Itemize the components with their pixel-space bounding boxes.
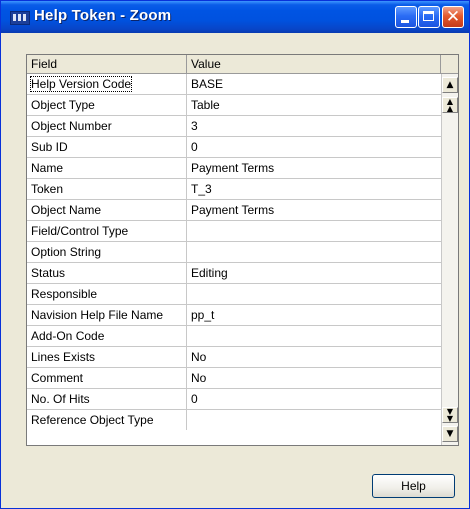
page-up-icon: ▲ ▲	[446, 97, 454, 113]
field-label: Help Version Code	[29, 76, 133, 92]
value-cell[interactable]	[187, 221, 441, 241]
column-header-value[interactable]: Value	[187, 55, 441, 73]
table-row[interactable]: Help Version Code BASE	[27, 74, 441, 95]
table-row[interactable]: Token T_3	[27, 179, 441, 200]
help-button[interactable]: Help	[372, 474, 455, 498]
table-row[interactable]: No. Of Hits 0	[27, 389, 441, 410]
table-row[interactable]: Object Name Payment Terms	[27, 200, 441, 221]
field-cell[interactable]: Navision Help File Name	[27, 305, 187, 325]
table-row[interactable]: Lines Exists No	[27, 347, 441, 368]
field-cell[interactable]: Help Version Code	[27, 74, 187, 94]
page-down-icon: ▼ ▼	[446, 407, 454, 423]
value-cell[interactable]: Payment Terms	[187, 158, 441, 178]
field-cell[interactable]: Reference Object Type	[27, 410, 187, 430]
table-row[interactable]: Responsible	[27, 284, 441, 305]
field-value-grid[interactable]: Field Value Help Version Code BASE Objec…	[26, 54, 459, 446]
field-cell[interactable]: Field/Control Type	[27, 221, 187, 241]
value-cell[interactable]	[187, 242, 441, 262]
field-cell[interactable]: Responsible	[27, 284, 187, 304]
close-button[interactable]: ✕	[442, 6, 464, 28]
field-cell[interactable]: No. Of Hits	[27, 389, 187, 409]
table-window-icon	[10, 11, 30, 25]
table-row[interactable]: Sub ID 0	[27, 137, 441, 158]
table-row[interactable]: Reference Object Type	[27, 410, 441, 431]
field-cell[interactable]: Object Name	[27, 200, 187, 220]
field-cell[interactable]: Comment	[27, 368, 187, 388]
field-cell[interactable]: Status	[27, 263, 187, 283]
field-cell[interactable]: Add-On Code	[27, 326, 187, 346]
field-cell[interactable]: Sub ID	[27, 137, 187, 157]
value-cell[interactable]	[187, 284, 441, 304]
value-cell[interactable]: Table	[187, 95, 441, 115]
arrow-down-icon: ▼	[446, 429, 454, 439]
table-row[interactable]: Comment No	[27, 368, 441, 389]
field-cell[interactable]: Option String	[27, 242, 187, 262]
field-cell[interactable]: Lines Exists	[27, 347, 187, 367]
table-row[interactable]: Option String	[27, 242, 441, 263]
window-title: Help Token - Zoom	[34, 7, 172, 24]
value-cell[interactable]: No	[187, 347, 441, 367]
title-bar[interactable]: Help Token - Zoom ✕	[1, 1, 469, 33]
value-cell[interactable]: T_3	[187, 179, 441, 199]
field-cell[interactable]: Object Type	[27, 95, 187, 115]
page-down-button[interactable]: ▼ ▼	[442, 407, 458, 423]
value-cell[interactable]: 0	[187, 137, 441, 157]
table-row[interactable]: Navision Help File Name pp_t	[27, 305, 441, 326]
close-icon: ✕	[445, 7, 461, 27]
table-row[interactable]: Status Editing	[27, 263, 441, 284]
table-row[interactable]: Object Type Table	[27, 95, 441, 116]
minimize-button[interactable]	[395, 6, 417, 28]
value-cell[interactable]: No	[187, 368, 441, 388]
value-cell[interactable]	[187, 410, 441, 430]
maximize-button[interactable]	[418, 6, 440, 28]
minimize-icon	[401, 20, 409, 23]
value-cell[interactable]: Editing	[187, 263, 441, 283]
field-cell[interactable]: Name	[27, 158, 187, 178]
value-cell[interactable]: pp_t	[187, 305, 441, 325]
scroll-down-button[interactable]: ▼	[442, 426, 458, 442]
zoom-window: Help Token - Zoom ✕ Field Value Help Ver…	[0, 0, 470, 509]
column-header-field[interactable]: Field	[27, 55, 187, 73]
value-cell[interactable]: BASE	[187, 74, 441, 94]
arrow-up-icon: ▲	[446, 80, 454, 90]
scroll-up-button[interactable]: ▲	[442, 77, 458, 93]
page-up-button[interactable]: ▲ ▲	[442, 97, 458, 113]
field-cell[interactable]: Object Number	[27, 116, 187, 136]
maximize-icon	[423, 11, 434, 21]
table-row[interactable]: Object Number 3	[27, 116, 441, 137]
value-cell[interactable]	[187, 326, 441, 346]
table-row[interactable]: Field/Control Type	[27, 221, 441, 242]
table-row[interactable]: Name Payment Terms	[27, 158, 441, 179]
value-cell[interactable]: 0	[187, 389, 441, 409]
table-row[interactable]: Add-On Code	[27, 326, 441, 347]
vertical-scrollbar[interactable]: ▲ ▲ ▲ ▼ ▼ ▼	[441, 74, 458, 445]
value-cell[interactable]: Payment Terms	[187, 200, 441, 220]
value-cell[interactable]: 3	[187, 116, 441, 136]
field-cell[interactable]: Token	[27, 179, 187, 199]
grid-header: Field Value	[27, 55, 458, 74]
